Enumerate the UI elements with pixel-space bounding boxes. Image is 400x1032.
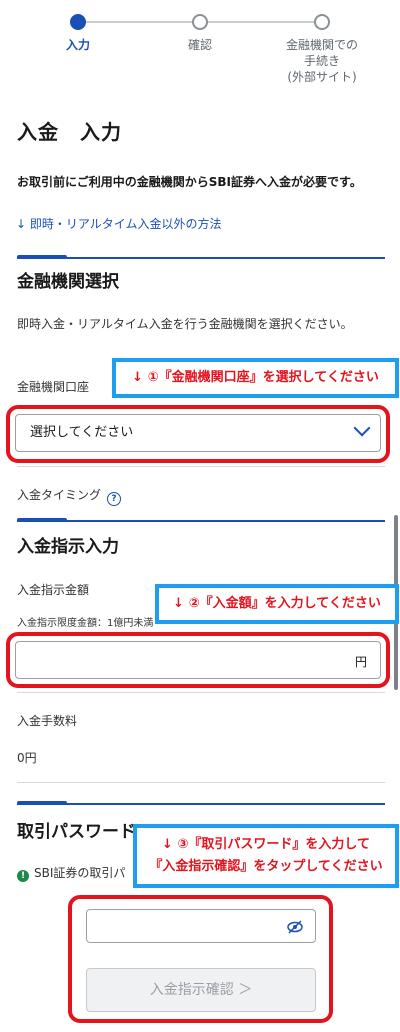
instruction-section-title: 入金指示入力 bbox=[17, 537, 119, 557]
timing-row: 入金タイミング? bbox=[17, 486, 122, 506]
fee-value: 0円 bbox=[17, 751, 37, 765]
stepper-line bbox=[82, 21, 198, 23]
account-label: 金融機関口座 bbox=[17, 380, 90, 394]
timing-label: 入金タイミング bbox=[17, 488, 102, 502]
step-3-dot bbox=[314, 14, 330, 30]
highlight-password-area bbox=[68, 895, 333, 1023]
annotation-step-3-line-1: ↓ ③『取引パスワード』を入力して bbox=[161, 837, 371, 852]
step-2-dot bbox=[192, 14, 208, 30]
password-info: ! SBI証券の取引パ bbox=[17, 864, 125, 882]
annotation-step-1: ↓ ①『金融機関口座』を選択してください bbox=[112, 358, 399, 398]
institution-description: 即時入金・リアルタイム入金を行う金融機関を選択ください。 bbox=[17, 317, 353, 331]
stepper-line bbox=[206, 21, 322, 23]
step-3-label: 金融機関での 手続き (外部サイト) bbox=[285, 38, 358, 84]
password-section-title: 取引パスワード bbox=[17, 822, 136, 842]
step-1-label: 入力 bbox=[65, 38, 90, 52]
annotation-step-3: ↓ ③『取引パスワード』を入力して 『入金指示確認』をタップしてください bbox=[133, 824, 399, 888]
divider bbox=[17, 466, 385, 467]
page-title: 入金 入力 bbox=[17, 120, 122, 144]
other-methods-link[interactable]: ↓ 即時・リアルタイム入金以外の方法 bbox=[16, 215, 222, 232]
annotation-step-2: ↓ ②『入金額』を入力してください bbox=[155, 584, 399, 624]
amount-label: 入金指示金額 bbox=[17, 583, 90, 597]
highlight-institution-select bbox=[6, 405, 390, 463]
divider bbox=[17, 782, 385, 783]
institution-section-title: 金融機関選択 bbox=[17, 272, 119, 292]
fee-label: 入金手数料 bbox=[17, 714, 78, 728]
step-2-label: 確認 bbox=[187, 38, 212, 52]
section-divider bbox=[17, 255, 385, 259]
help-icon[interactable]: ? bbox=[107, 492, 122, 506]
info-icon: ! bbox=[17, 870, 29, 882]
deposit-notice: お取引前にご利用中の金融機関からSBI証券へ入金が必要です。 bbox=[17, 175, 362, 189]
highlight-amount-input bbox=[6, 632, 390, 688]
section-divider bbox=[17, 801, 385, 805]
password-info-text: SBI証券の取引パ bbox=[34, 866, 126, 880]
divider bbox=[17, 692, 385, 693]
annotation-step-3-line-2: 『入金指示確認』をタップしてください bbox=[149, 859, 383, 874]
section-divider bbox=[17, 518, 385, 522]
step-1-dot bbox=[70, 14, 86, 30]
amount-limit-text: 入金指示限度金額：1億円未満 bbox=[17, 618, 154, 629]
